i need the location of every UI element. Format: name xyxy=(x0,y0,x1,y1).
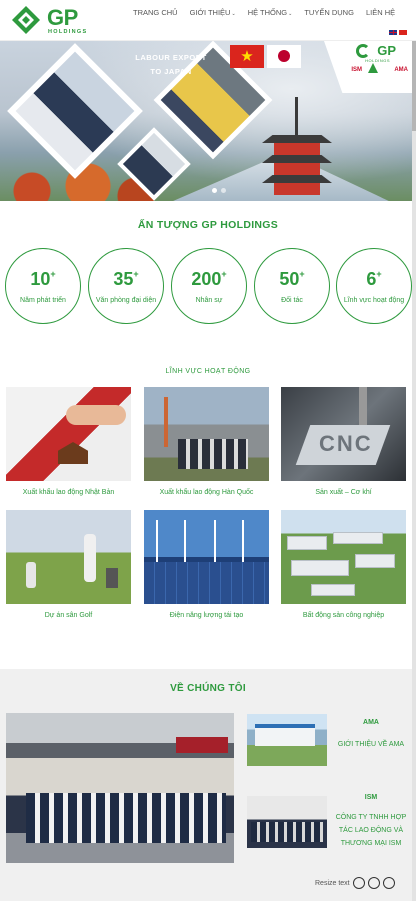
language-switcher xyxy=(389,30,407,35)
nav-label: TRANG CHỦ xyxy=(133,8,178,17)
stat-staff: 200+ Nhân sự xyxy=(171,248,247,324)
stat-partners: 50+ Đối tác xyxy=(254,248,330,324)
chevron-down-icon: ⌄ xyxy=(288,11,293,17)
about-title: VỀ CHÚNG TÔI xyxy=(170,683,246,694)
hero-corner-brand: GP xyxy=(377,43,396,58)
flag-vi-icon[interactable] xyxy=(399,30,407,35)
chevron-down-icon: ⌄ xyxy=(231,11,236,17)
stats-row: 10+ Năm phát triển 35+ Văn phòng đại diệ… xyxy=(5,248,413,324)
stat-value: 50+ xyxy=(279,269,305,289)
slider-dot[interactable] xyxy=(212,188,217,193)
field-caption: Xuất khẩu lao động Nhật Bản xyxy=(22,489,115,496)
slider-dot[interactable] xyxy=(221,188,226,193)
stat-value: 200+ xyxy=(191,269,227,289)
japan-flag-icon xyxy=(267,45,301,68)
about-main-photo[interactable] xyxy=(6,713,234,863)
nav-item-careers[interactable]: TUYỂN DỤNG xyxy=(304,8,354,17)
field-caption: Dự án sân Golf xyxy=(44,612,93,619)
stat-value: 6+ xyxy=(366,269,382,289)
nav-item-system[interactable]: HỆ THỐNG⌄ xyxy=(248,8,293,17)
gp-logo-icon xyxy=(12,6,40,34)
resize-text-label: Resize text xyxy=(315,879,350,887)
hero-title-line1: LABOUR EXPORT xyxy=(135,53,207,62)
field-card-industrial[interactable]: Bất động sản công nghiệp xyxy=(281,510,406,619)
about-thumb-ama[interactable] xyxy=(247,714,327,766)
stat-label: Nhân sự xyxy=(195,297,223,304)
main-nav: TRANG CHỦ GIỚI THIỆU⌄ HỆ THỐNG⌄ TUYỂN DỤ… xyxy=(133,8,407,17)
field-caption: Xuất khẩu lao động Hàn Quốc xyxy=(159,489,254,496)
hero-title: LABOUR EXPORT TO JAPAN xyxy=(126,51,216,79)
field-image xyxy=(6,510,131,604)
about-team-group xyxy=(26,793,226,843)
hero-partner-ism: ISM xyxy=(351,67,362,73)
nav-label: LIÊN HỆ xyxy=(365,8,396,17)
stat-value: 35+ xyxy=(113,269,139,289)
vietnam-flag-icon: ★ xyxy=(230,45,264,68)
hero-partner-ama: AMA xyxy=(394,67,408,73)
hero-title-line2: TO JAPAN xyxy=(150,67,192,76)
slider-dots xyxy=(212,188,226,193)
stat-years: 10+ Năm phát triển xyxy=(5,248,81,324)
hero-banner[interactable]: LABOUR EXPORT TO JAPAN ★ GP HOLDINGS ISM… xyxy=(0,41,416,201)
field-card-renewable[interactable]: Điện năng lượng tái tạo xyxy=(144,510,269,619)
nav-label: TUYỂN DỤNG xyxy=(304,8,354,17)
resize-text-control: Resize text xyxy=(315,877,395,889)
nav-label: GIỚI THIỆU xyxy=(189,8,231,17)
nav-item-contact[interactable]: LIÊN HỆ xyxy=(366,8,395,17)
about-item-ism-desc: CÔNG TY TNHH HỢP TÁC LAO ĐỘNG VÀ THƯƠNG … xyxy=(335,814,407,847)
stat-fields: 6+ Lĩnh vực hoạt động xyxy=(336,248,412,324)
field-card-manufacturing[interactable]: CNC Sản xuất – Cơ khí xyxy=(281,387,406,496)
logo-sub-text: HOLDINGS xyxy=(48,29,88,35)
about-item-ism-title[interactable]: ISM xyxy=(331,794,411,801)
scrollbar-thumb[interactable] xyxy=(412,41,416,131)
about-item-ama-title[interactable]: AMA xyxy=(331,719,411,726)
about-thumb-ism[interactable] xyxy=(247,796,327,848)
field-image xyxy=(6,387,131,481)
stat-label: Lĩnh vực hoạt động xyxy=(343,297,405,304)
hero-corner-sub: HOLDINGS xyxy=(365,58,390,63)
stat-value: 10+ xyxy=(30,269,56,289)
nav-item-home[interactable]: TRANG CHỦ xyxy=(133,8,178,17)
field-card-korea[interactable]: Xuất khẩu lao động Hàn Quốc xyxy=(144,387,269,496)
site-header: GP HOLDINGS TRANG CHỦ GIỚI THIỆU⌄ HỆ THỐ… xyxy=(0,0,416,41)
field-image xyxy=(281,510,406,604)
flag-en-icon[interactable] xyxy=(389,30,397,35)
field-card-golf[interactable]: Dự án sân Golf xyxy=(6,510,131,619)
hero-pagoda xyxy=(262,97,332,197)
stat-label: Văn phòng đại diện xyxy=(95,297,157,304)
field-caption: Điện năng lượng tái tạo xyxy=(169,612,244,619)
field-caption: Bất động sản công nghiệp xyxy=(302,612,385,619)
text-increase-button[interactable] xyxy=(382,877,395,889)
impressions-title: ẤN TƯỢNG GP HOLDINGS xyxy=(137,219,279,231)
stat-label: Đối tác xyxy=(281,297,303,304)
field-image xyxy=(144,387,269,481)
nav-item-about[interactable]: GIỚI THIỆU⌄ xyxy=(190,8,236,17)
text-decrease-button[interactable] xyxy=(352,877,365,889)
about-item-ama-desc: GIỚI THIỆU VỀ AMA xyxy=(337,741,405,748)
nav-label: HỆ THỐNG xyxy=(247,8,288,17)
field-card-japan[interactable]: Xuất khẩu lao động Nhật Bản xyxy=(6,387,131,496)
fields-title: LĨNH VỰC HOẠT ĐỘNG xyxy=(165,368,251,375)
text-reset-button[interactable] xyxy=(367,877,380,889)
about-building-sign xyxy=(176,737,228,753)
site-logo[interactable]: GP HOLDINGS xyxy=(10,4,92,38)
page-scrollbar[interactable] xyxy=(412,41,416,901)
logo-brand-text: GP xyxy=(47,5,78,30)
field-image xyxy=(144,510,269,604)
field-caption: Sản xuất – Cơ khí xyxy=(315,489,372,496)
stat-offices: 35+ Văn phòng đại diện xyxy=(88,248,164,324)
field-image: CNC xyxy=(281,387,406,481)
stat-label: Năm phát triển xyxy=(20,297,66,304)
gp-logo-small-icon xyxy=(356,44,370,58)
